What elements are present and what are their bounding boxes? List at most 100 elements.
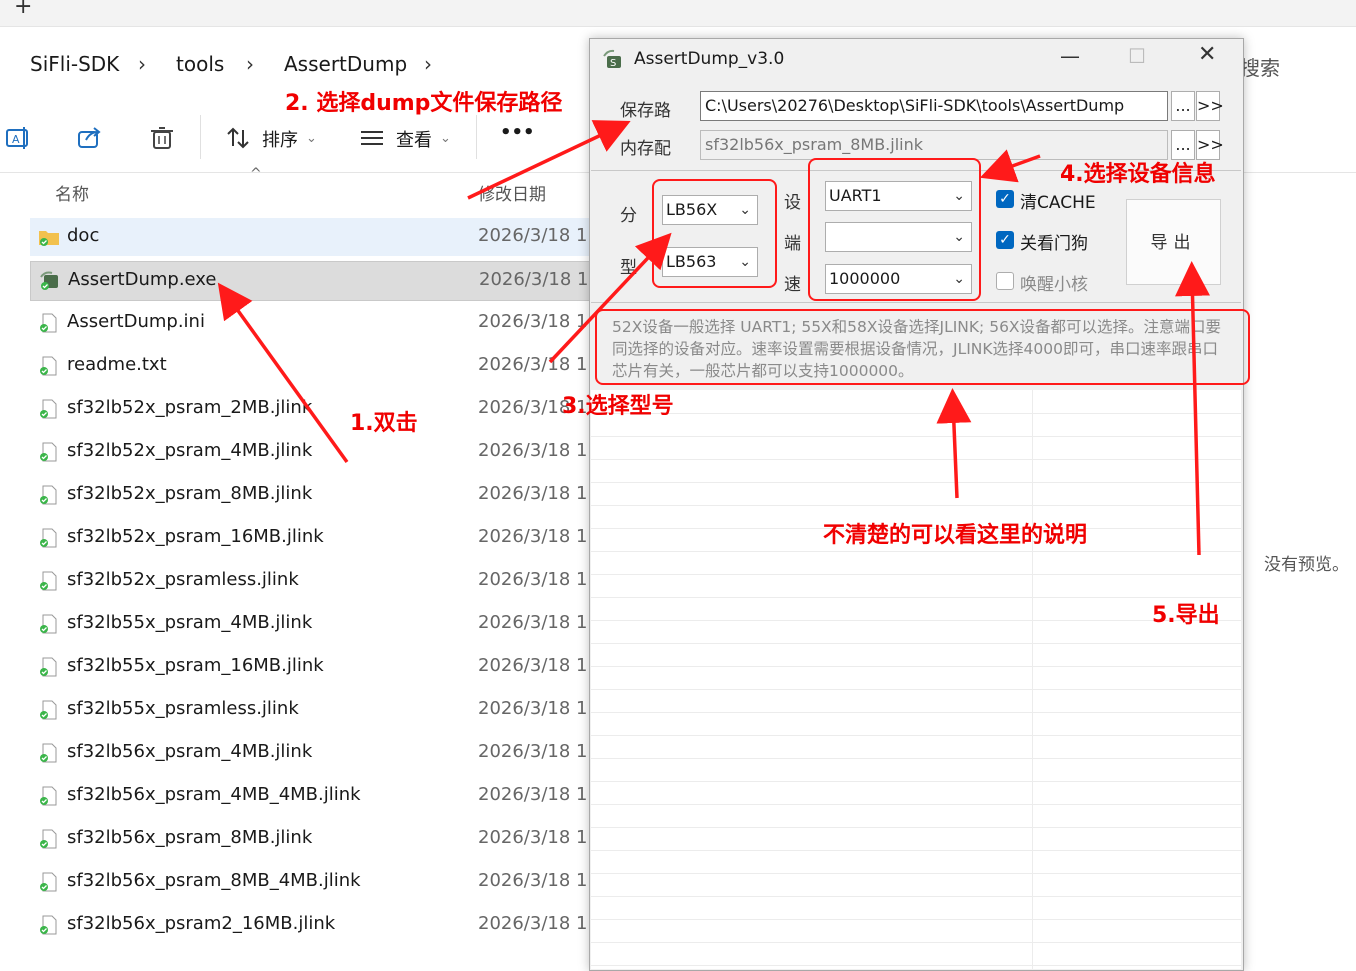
file-row[interactable]: sf32lb56x_psram_4MB.jlink 2026/3/18 1: [30, 734, 600, 772]
port-label: 端: [784, 234, 801, 254]
log-grid: [591, 390, 1241, 969]
export-button[interactable]: 导出: [1126, 199, 1221, 285]
file-icon: [38, 485, 58, 505]
share-icon[interactable]: [76, 124, 104, 152]
file-name: sf32lb52x_psramless.jlink: [67, 569, 299, 590]
file-icon: [38, 872, 58, 892]
grid-column-divider: [1032, 390, 1033, 969]
file-row[interactable]: sf32lb56x_psram_8MB.jlink 2026/3/18 1: [30, 820, 600, 858]
grid-row-line: [591, 873, 1241, 874]
breadcrumb-tools[interactable]: tools: [176, 52, 224, 76]
view-icon[interactable]: [358, 124, 386, 152]
file-icon: [38, 571, 58, 591]
sort-icon[interactable]: [224, 124, 252, 152]
delete-icon[interactable]: [148, 124, 176, 152]
file-row[interactable]: AssertDump.exe 2026/3/18 1: [30, 261, 602, 301]
grid-row-line: [591, 574, 1241, 575]
grid-row-line: [591, 597, 1241, 598]
grid-row-line: [591, 712, 1241, 713]
close-button[interactable]: ✕: [1198, 42, 1216, 67]
breadcrumb-sifli-sdk[interactable]: SiFli-SDK: [30, 52, 119, 76]
file-name: sf32lb55x_psram_4MB.jlink: [67, 612, 313, 633]
clear-cache-checkbox[interactable]: ✓: [996, 190, 1014, 208]
memory-config-label: 内存配: [620, 139, 671, 159]
rename-icon[interactable]: A: [4, 124, 32, 152]
sort-button[interactable]: 排序: [262, 126, 298, 152]
file-row[interactable]: sf32lb52x_psram_2MB.jlink 2026/3/18 1: [30, 390, 600, 428]
app-icon: S: [602, 48, 624, 70]
file-date: 2026/3/18 1: [478, 612, 588, 633]
grid-row-line: [591, 942, 1241, 943]
chevron-down-icon: ⌄: [306, 131, 317, 146]
file-name: sf32lb52x_psram_4MB.jlink: [67, 440, 313, 461]
grid-row-line: [591, 666, 1241, 667]
grid-row-line: [591, 413, 1241, 414]
file-date: 2026/3/18 1: [478, 655, 588, 676]
file-date: 2026/3/18 1: [478, 827, 588, 848]
disable-watchdog-checkbox[interactable]: ✓: [996, 231, 1014, 249]
file-row[interactable]: sf32lb52x_psramless.jlink 2026/3/18 1: [30, 562, 600, 600]
section-divider: [591, 302, 1241, 303]
file-icon: [38, 442, 58, 462]
file-row[interactable]: doc 2026/3/18 1: [30, 218, 600, 256]
file-name: sf32lb56x_psram2_16MB.jlink: [67, 913, 336, 934]
grid-row-line: [591, 850, 1241, 851]
view-button[interactable]: 查看: [396, 126, 432, 152]
grid-row-line: [591, 735, 1241, 736]
minimize-button[interactable]: —: [1060, 44, 1080, 68]
file-icon: [38, 657, 58, 677]
file-row[interactable]: sf32lb56x_psram_8MB_4MB.jlink 2026/3/18 1: [30, 863, 600, 901]
grid-row-line: [591, 436, 1241, 437]
more-options-button[interactable]: •••: [500, 122, 535, 143]
file-row[interactable]: sf32lb56x_psram_4MB_4MB.jlink 2026/3/18 1: [30, 777, 600, 815]
sort-ascending-icon: ^: [250, 166, 262, 182]
file-date: 2026/3/18 1: [478, 311, 588, 332]
chevron-right-icon: ›: [424, 52, 432, 76]
open-save-path-button[interactable]: >>: [1196, 91, 1224, 121]
breadcrumb-assertdump[interactable]: AssertDump: [284, 52, 407, 76]
file-name: sf32lb56x_psram_4MB_4MB.jlink: [67, 784, 361, 805]
grid-row-line: [591, 827, 1241, 828]
file-icon: [38, 313, 58, 333]
file-row[interactable]: readme.txt 2026/3/18 1: [30, 347, 600, 385]
browse-save-path-button[interactable]: ...: [1171, 91, 1195, 121]
file-row[interactable]: sf32lb56x_psram2_16MB.jlink 2026/3/18 1: [30, 906, 600, 944]
file-row[interactable]: AssertDump.ini 2026/3/18 1: [30, 304, 600, 342]
grid-row-line: [591, 896, 1241, 897]
file-row[interactable]: sf32lb55x_psramless.jlink 2026/3/18 1: [30, 691, 600, 729]
device-highlight-box: [808, 158, 981, 301]
file-date: 2026/3/18 1: [478, 569, 588, 590]
chevron-right-icon: ›: [138, 52, 146, 76]
grid-row-line: [591, 758, 1241, 759]
svg-text:A: A: [12, 133, 20, 146]
wake-small-core-checkbox[interactable]: [996, 272, 1014, 290]
disable-watchdog-label: 关看门狗: [1020, 234, 1088, 254]
file-icon: [38, 399, 58, 419]
file-row[interactable]: sf32lb52x_psram_8MB.jlink 2026/3/18 1: [30, 476, 600, 514]
column-header-date[interactable]: 修改日期: [478, 180, 546, 205]
speed-label: 速: [784, 275, 801, 295]
file-name: sf32lb56x_psram_8MB.jlink: [67, 827, 313, 848]
file-date: 2026/3/18 1: [478, 225, 588, 246]
file-icon: [38, 915, 58, 935]
file-row[interactable]: sf32lb52x_psram_4MB.jlink 2026/3/18 1: [30, 433, 600, 471]
column-header-name[interactable]: 名称: [55, 180, 89, 205]
annotation-step2: 2. 选择dump文件保存路径: [285, 91, 563, 116]
save-path-label: 保存路: [620, 101, 671, 121]
file-row[interactable]: sf32lb55x_psram_16MB.jlink 2026/3/18 1: [30, 648, 600, 686]
file-row[interactable]: sf32lb52x_psram_16MB.jlink 2026/3/18 1: [30, 519, 600, 557]
new-tab-button[interactable]: +: [14, 0, 32, 19]
maximize-button[interactable]: ☐: [1128, 44, 1146, 68]
model-label: 型: [620, 258, 637, 278]
file-date: 2026/3/18 1: [478, 784, 588, 805]
file-row[interactable]: sf32lb55x_psram_4MB.jlink 2026/3/18 1: [30, 605, 600, 643]
file-icon: [38, 356, 58, 376]
folder-icon: [38, 227, 59, 247]
save-path-input[interactable]: C:\Users\20276\Desktop\SiFli-SDK\tools\A…: [700, 91, 1168, 121]
annotation-step4: 4.选择设备信息: [1060, 162, 1216, 187]
file-name: sf32lb52x_psram_2MB.jlink: [67, 397, 313, 418]
chevron-down-icon: ⌄: [440, 131, 451, 146]
search-input[interactable]: 搜索: [1240, 52, 1280, 81]
svg-text:S: S: [610, 58, 616, 69]
file-name: sf32lb55x_psramless.jlink: [67, 698, 299, 719]
